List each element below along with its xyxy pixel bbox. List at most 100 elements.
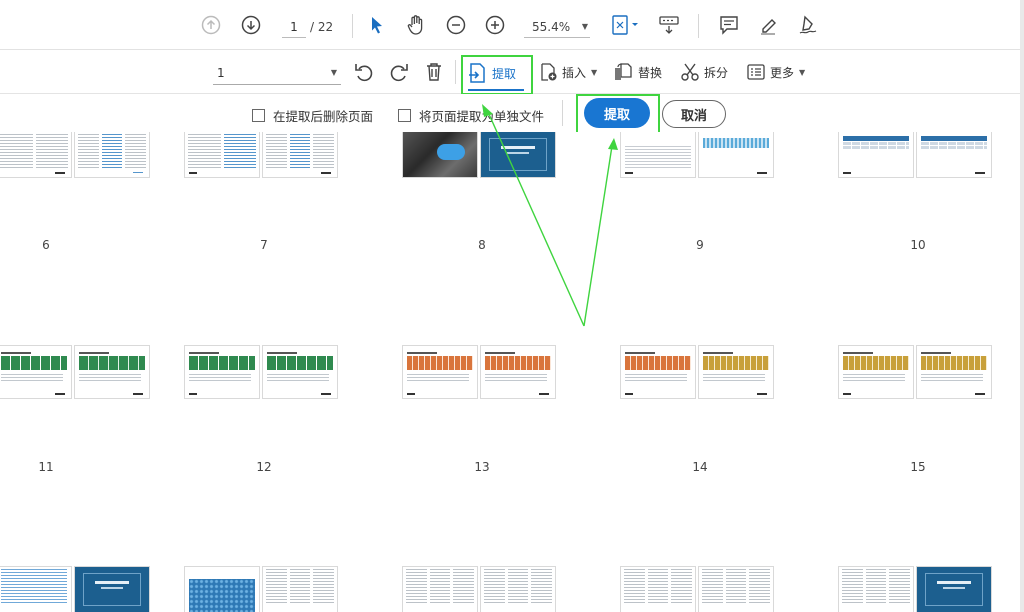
page-thumbnail-17[interactable] <box>184 566 338 612</box>
page-thumbnail-18[interactable] <box>402 566 556 612</box>
toolbar-divider <box>352 14 353 38</box>
split-label: 拆分 <box>704 65 729 80</box>
thumbnail-sheet <box>262 345 338 399</box>
page-thumbnail-20[interactable] <box>838 566 992 612</box>
delete-after-label: 在提取后删除页面 <box>273 109 374 124</box>
page-thumbnail-10[interactable] <box>838 132 992 178</box>
thumbnail-sheet <box>620 566 696 612</box>
thumbnail-sheet <box>0 345 72 399</box>
highlight-icon[interactable] <box>756 13 780 37</box>
thumbnail-sheet <box>698 566 774 612</box>
thumbnail-sheet <box>916 345 992 399</box>
thumbnail-sheet <box>698 345 774 399</box>
thumbnail-sheet <box>916 566 992 612</box>
more-button[interactable]: 更多 ▼ <box>746 59 805 85</box>
page-thumbnail-6[interactable] <box>0 132 150 178</box>
cancel-button[interactable]: 取消 <box>662 100 726 128</box>
page-thumbnail-13[interactable] <box>402 345 556 399</box>
insert-button[interactable]: 插入 ▼ <box>538 59 597 85</box>
thumbnail-sheet <box>262 566 338 612</box>
scroll-mode-icon[interactable] <box>657 13 681 37</box>
thumbnail-sheet <box>74 132 150 178</box>
thumbnail-sheet <box>262 132 338 178</box>
page-range-select[interactable]: 1 ▼ <box>213 61 341 85</box>
chevron-down-icon: ▼ <box>330 68 337 77</box>
thumbnail-sheet <box>184 566 260 612</box>
scrollbar-track[interactable] <box>1020 0 1024 612</box>
sign-icon[interactable] <box>796 13 820 37</box>
separate-files-option[interactable]: 将页面提取为单独文件 <box>398 106 544 125</box>
page-thumbnail-8[interactable] <box>402 132 556 178</box>
rotate-left-icon[interactable] <box>352 60 376 84</box>
thumbnail-sheet <box>0 566 72 612</box>
delete-after-checkbox[interactable] <box>252 109 265 122</box>
page-total: / 22 <box>310 20 334 34</box>
replace-button[interactable]: 替换 <box>612 59 662 85</box>
chevron-down-icon: ▼ <box>799 67 806 77</box>
extract-button-highlight <box>576 94 660 134</box>
thumbnail-sheet <box>184 132 260 178</box>
page-thumbnail-7[interactable] <box>184 132 338 178</box>
scissors-icon <box>681 63 699 81</box>
page-number: 12 <box>256 460 272 474</box>
page-number: 15 <box>910 460 926 474</box>
thumbnail-sheet <box>74 566 150 612</box>
replace-page-icon <box>615 63 632 80</box>
page-thumbnail-9[interactable] <box>620 132 774 178</box>
thumbnail-sheet <box>0 132 72 178</box>
delete-icon[interactable] <box>422 60 446 84</box>
page-thumbnail-19[interactable] <box>620 566 774 612</box>
top-toolbar: 1 / 22 55.4% ▼ <box>0 0 1024 50</box>
thumbnail-sheet <box>74 345 150 399</box>
page-number: 6 <box>42 238 50 252</box>
page-number: 7 <box>260 238 268 252</box>
select-cursor-icon[interactable] <box>365 13 389 37</box>
page-number: 8 <box>478 238 486 252</box>
thumbnail-sheet <box>480 566 556 612</box>
more-options-icon <box>747 64 765 80</box>
insert-label: 插入 <box>562 65 587 80</box>
page-number: 14 <box>692 460 708 474</box>
zoom-select[interactable]: 55.4% ▼ <box>524 16 590 38</box>
thumbnail-sheet <box>480 132 556 178</box>
hand-tool-icon[interactable] <box>404 13 428 37</box>
extract-tool-highlight <box>461 55 533 95</box>
zoom-in-icon[interactable] <box>483 13 507 37</box>
page-number: 9 <box>696 238 704 252</box>
zoom-value: 55.4% <box>532 20 571 34</box>
page-number: 13 <box>474 460 490 474</box>
page-number-input[interactable]: 1 <box>282 16 306 38</box>
thumbnail-sheet <box>402 566 478 612</box>
comment-icon[interactable] <box>717 13 741 37</box>
toolbar-divider <box>455 60 456 84</box>
page-range-value: 1 <box>217 66 225 80</box>
thumbnail-sheet <box>402 345 478 399</box>
page-thumbnail-16[interactable] <box>0 566 150 612</box>
replace-label: 替换 <box>638 65 663 80</box>
page-thumbnail-12[interactable] <box>184 345 338 399</box>
rotate-right-icon[interactable] <box>387 60 411 84</box>
separate-files-label: 将页面提取为单独文件 <box>419 109 545 124</box>
thumbnail-sheet <box>480 345 556 399</box>
thumbnail-sheet <box>620 132 696 178</box>
page-thumbnail-grid: 6 7 8 9 10 11 12 13 14 15 <box>0 132 1024 612</box>
chevron-down-icon: ▼ <box>581 22 588 31</box>
prev-page-icon[interactable] <box>199 13 223 37</box>
delete-after-option[interactable]: 在提取后删除页面 <box>252 106 373 125</box>
thumbnail-sheet <box>620 345 696 399</box>
toolbar-divider <box>698 14 699 38</box>
fit-page-icon[interactable] <box>609 13 643 37</box>
thumbnail-sheet <box>838 132 914 178</box>
split-button[interactable]: 拆分 <box>680 59 728 85</box>
thumbnail-sheet <box>838 345 914 399</box>
page-thumbnail-14[interactable] <box>620 345 774 399</box>
separate-files-checkbox[interactable] <box>398 109 411 122</box>
more-label: 更多 <box>770 65 795 80</box>
page-thumbnail-15[interactable] <box>838 345 992 399</box>
page-thumbnail-11[interactable] <box>0 345 150 399</box>
thumbnail-sheet <box>184 345 260 399</box>
next-page-icon[interactable] <box>239 13 263 37</box>
thumbnail-sheet <box>698 132 774 178</box>
zoom-out-icon[interactable] <box>444 13 468 37</box>
page-number: 11 <box>38 460 54 474</box>
